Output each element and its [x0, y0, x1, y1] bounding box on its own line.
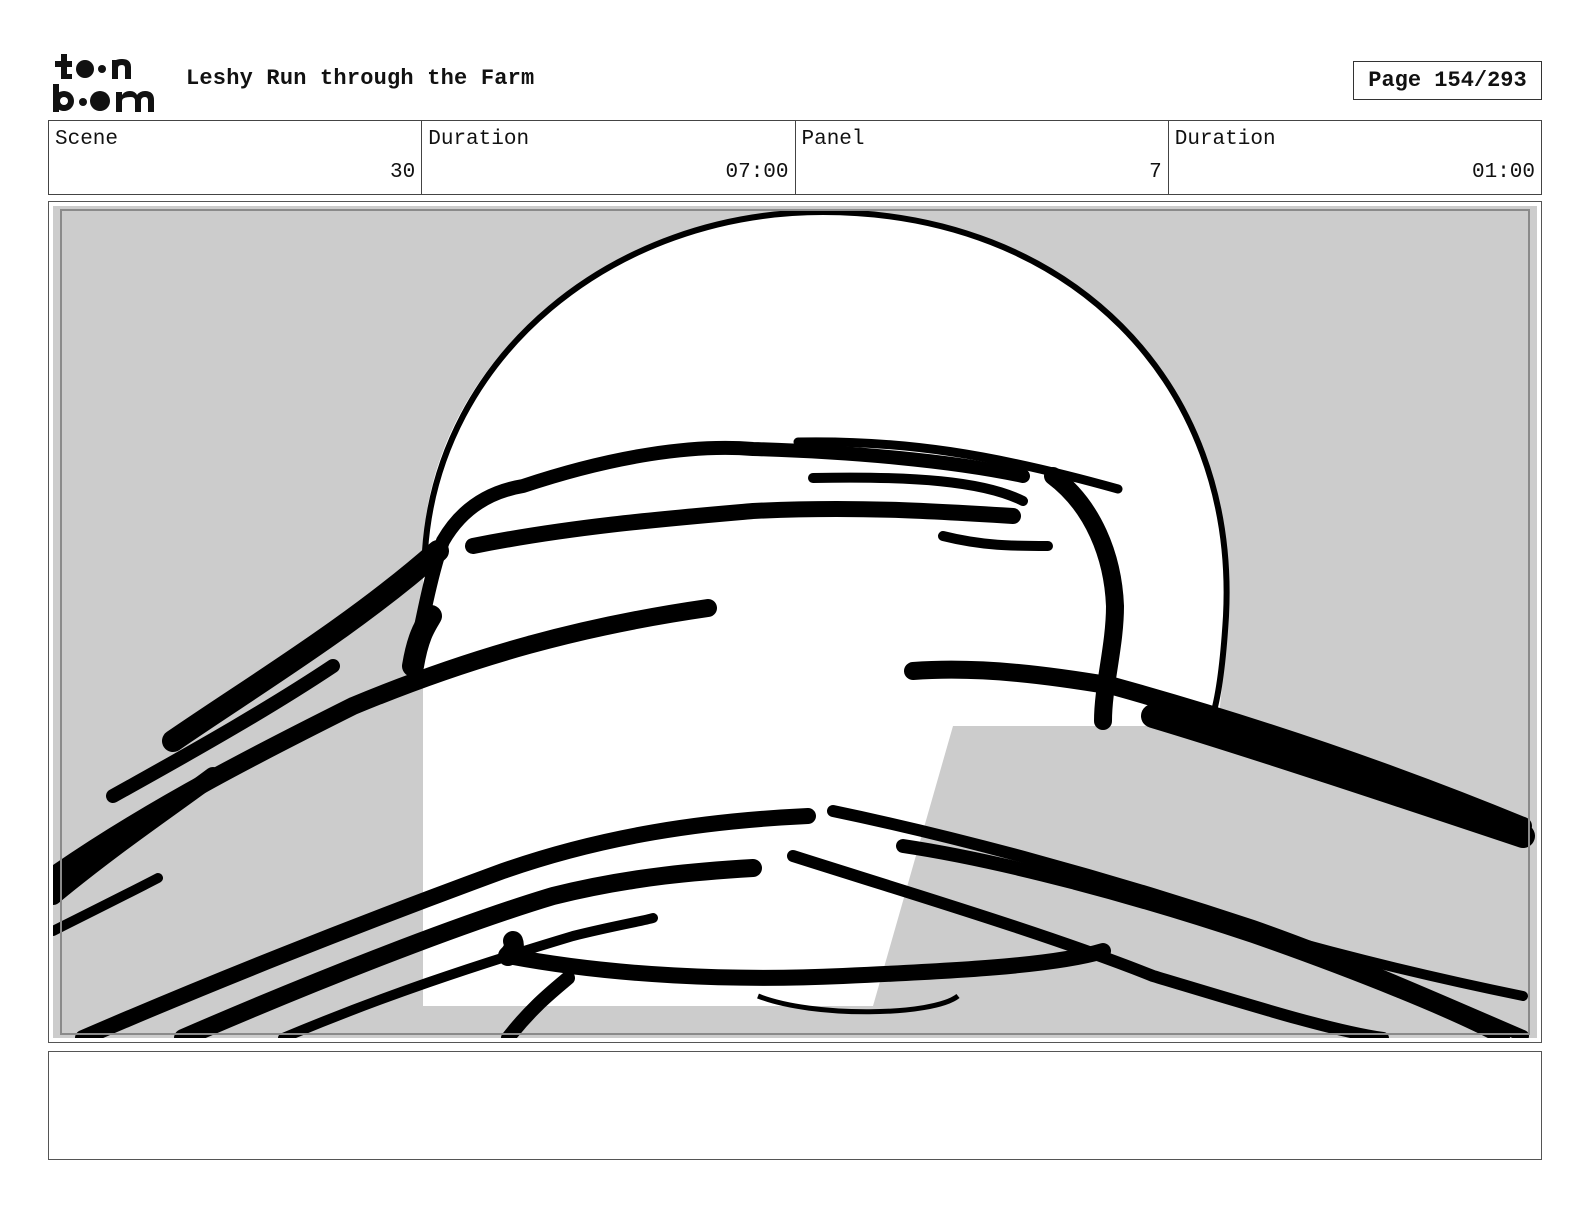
- scene-duration-value: 07:00: [725, 161, 789, 184]
- panel-info-table: Scene 30 Duration 07:00 Panel 7 Duration…: [48, 120, 1542, 195]
- scene-cell: Scene 30: [49, 121, 423, 194]
- panel-label: Panel: [801, 128, 865, 151]
- scene-duration-cell: Duration 07:00: [422, 121, 796, 194]
- toon-boom-logo: [50, 50, 168, 114]
- storyboard-title: Leshy Run through the Farm: [186, 66, 535, 91]
- storyboard-sketch: [53, 206, 1537, 1038]
- panel-duration-cell: Duration 01:00: [1169, 121, 1541, 194]
- scene-label: Scene: [55, 128, 119, 151]
- scene-value: 30: [390, 161, 416, 184]
- page-indicator: Page 154/293: [1353, 61, 1542, 100]
- panel-notes-box: [48, 1051, 1542, 1160]
- scene-duration-label: Duration: [428, 128, 530, 151]
- panel-duration-label: Duration: [1174, 128, 1276, 151]
- panel-frame: [48, 201, 1542, 1043]
- panel-cell: Panel 7: [796, 121, 1169, 194]
- panel-duration-value: 01:00: [1471, 161, 1535, 184]
- panel-value: 7: [1149, 161, 1162, 184]
- panel-drawing: [53, 206, 1537, 1038]
